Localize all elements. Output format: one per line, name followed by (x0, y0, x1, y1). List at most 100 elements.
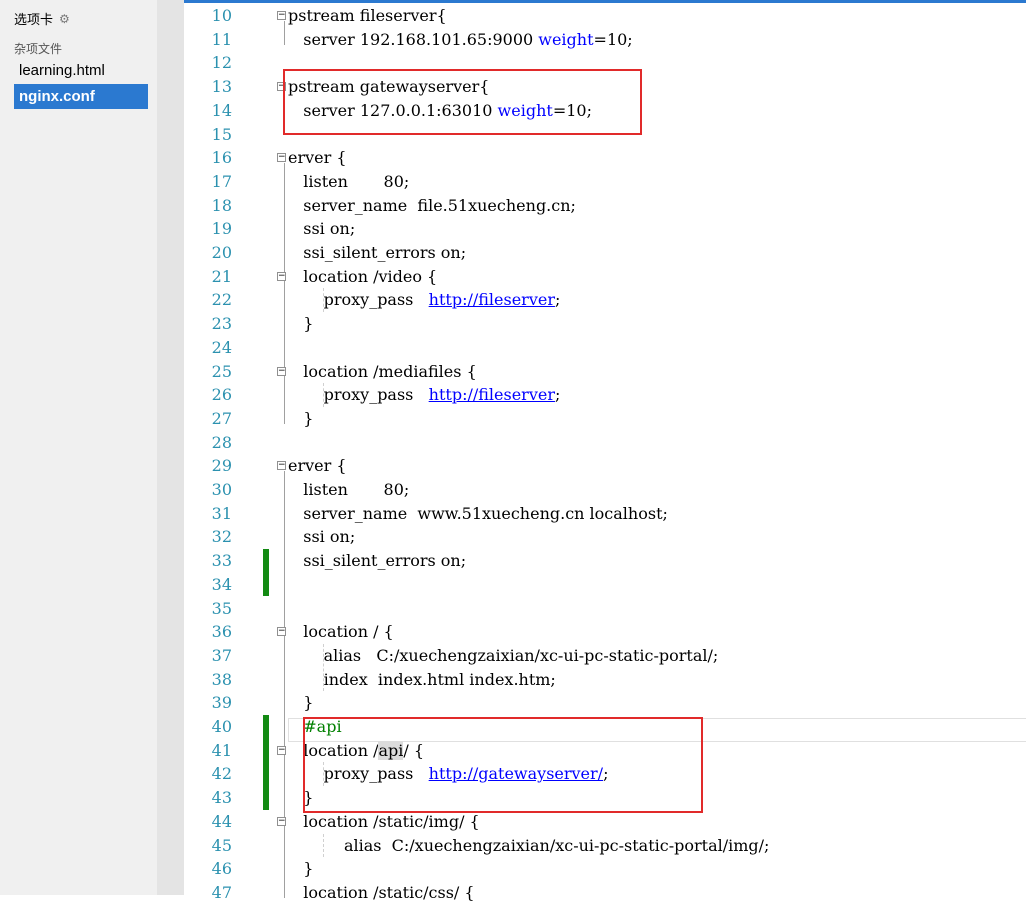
code-text: } (288, 859, 314, 879)
code-text: server_name www.51xuecheng.cn localhost; (288, 503, 668, 523)
line-number: 34 (211, 574, 232, 594)
code-text: erver { (288, 148, 347, 168)
line-number: 37 (211, 645, 232, 665)
code-text: location /static/css/ { (288, 882, 475, 902)
file-item-label: nginx.conf (19, 88, 95, 105)
code-line[interactable]: 30 listen 80; (184, 478, 1026, 502)
line-number: 24 (211, 337, 232, 357)
line-number: 14 (211, 100, 232, 120)
line-number: 10 (211, 6, 232, 25)
code-text: index index.html index.htm; (288, 669, 556, 689)
code-line[interactable]: 25 location /mediafiles { (184, 360, 1026, 384)
code-line[interactable]: 17 listen 80; (184, 170, 1026, 194)
code-line[interactable]: 33 ssi_silent_errors on; (184, 549, 1026, 573)
code-line[interactable]: 11 server 192.168.101.65:9000 weight=10; (184, 28, 1026, 52)
code-line[interactable]: 47 location /static/css/ { (184, 881, 1026, 905)
line-number: 42 (211, 764, 232, 784)
code-line[interactable]: 21 location /video { (184, 265, 1026, 289)
line-number: 20 (211, 243, 232, 262)
line-number: 23 (211, 314, 232, 334)
code-line[interactable]: 22 proxy_pass http://fileserver; (184, 288, 1026, 312)
code-line[interactable]: 27 } (184, 407, 1026, 431)
active-tab-indicator (184, 0, 1026, 3)
indent-guide (323, 833, 324, 858)
line-number: 27 (211, 408, 232, 428)
code-text: ssi_silent_errors on; (288, 551, 467, 571)
code-line[interactable]: 38 index index.html index.htm; (184, 668, 1026, 692)
line-number: 25 (211, 361, 232, 381)
code-line[interactable]: 24 (184, 336, 1026, 360)
code-text: server 192.168.101.65:9000 weight=10; (288, 29, 633, 49)
code-text: listen 80; (288, 480, 410, 499)
gear-icon[interactable]: ⚙ (59, 12, 70, 26)
code-line[interactable]: 32 ssi on; (184, 525, 1026, 549)
collapse-icon[interactable]: − (277, 11, 286, 20)
fold-guide-line (284, 21, 285, 45)
code-line[interactable]: 23 } (184, 312, 1026, 336)
code-line[interactable]: 34 (184, 573, 1026, 597)
fold-guide-line (284, 163, 285, 424)
code-line[interactable]: 39 } (184, 691, 1026, 715)
annotation-box-gatewayserver (283, 69, 642, 135)
collapse-icon[interactable]: − (277, 153, 286, 163)
tabs-header-label: 选项卡 (14, 12, 54, 27)
line-number: 21 (211, 266, 232, 286)
collapse-icon[interactable]: − (277, 816, 286, 826)
line-number: 35 (211, 598, 232, 618)
code-line[interactable]: 35 (184, 597, 1026, 621)
code-line[interactable]: 16 erver { (184, 146, 1026, 170)
line-number: 17 (211, 171, 232, 191)
collapse-icon[interactable]: − (277, 271, 286, 281)
line-number: 28 (211, 432, 232, 452)
code-line[interactable]: 29 erver { (184, 454, 1026, 478)
code-line[interactable]: 37 alias C:/xuechengzaixian/xc-ui-pc-sta… (184, 644, 1026, 668)
code-text: listen 80; (288, 171, 410, 191)
code-text: alias C:/xuechengzaixian/xc-ui-pc-static… (288, 645, 719, 665)
code-line[interactable]: 26 proxy_pass http://fileserver; (184, 383, 1026, 407)
line-number: 31 (211, 503, 232, 523)
line-number: 36 (211, 622, 232, 642)
line-number: 11 (211, 29, 232, 49)
collapse-icon[interactable]: − (277, 745, 286, 755)
change-marker (263, 715, 269, 810)
code-line[interactable]: 45 alias C:/xuechengzaixian/xc-ui-pc-sta… (184, 834, 1026, 858)
code-text: server_name file.51xuecheng.cn; (288, 195, 576, 215)
code-text: proxy_pass http://fileserver; (288, 385, 561, 405)
code-text: erver { (288, 456, 347, 476)
file-item-nginx-conf[interactable]: nginx.conf (14, 84, 148, 109)
line-number: 26 (211, 385, 232, 405)
code-text: location /video { (288, 266, 438, 286)
collapse-icon[interactable]: − (277, 627, 286, 637)
line-number: 47 (211, 882, 232, 902)
line-number: 16 (211, 148, 232, 168)
collapse-icon[interactable]: − (277, 461, 286, 471)
line-number: 32 (211, 527, 232, 547)
indent-guide (323, 288, 324, 313)
code-line[interactable]: 31 server_name www.51xuecheng.cn localho… (184, 502, 1026, 526)
indent-guide (323, 383, 324, 407)
line-number: 18 (211, 195, 232, 215)
file-item-label: learning.html (19, 62, 105, 79)
code-text: pstream fileserver{ (288, 6, 447, 25)
line-number: 41 (211, 740, 232, 760)
line-number: 29 (211, 456, 232, 476)
code-line[interactable]: 10 pstream fileserver{ (184, 4, 1026, 28)
line-number: 15 (211, 124, 232, 144)
code-text: ssi_silent_errors on; (288, 243, 467, 262)
line-number: 40 (211, 717, 232, 736)
line-number: 46 (211, 859, 232, 879)
line-number: 38 (211, 669, 232, 689)
code-line[interactable]: 44 location /static/img/ { (184, 810, 1026, 834)
code-line[interactable]: 18 server_name file.51xuecheng.cn; (184, 194, 1026, 218)
code-line[interactable]: 20 ssi_silent_errors on; (184, 241, 1026, 265)
code-line[interactable]: 19 ssi on; (184, 217, 1026, 241)
code-line[interactable]: 28 (184, 431, 1026, 455)
collapse-icon[interactable]: − (277, 366, 286, 376)
tabs-header[interactable]: 选项卡 ⚙ (14, 9, 70, 28)
code-text: location /mediafiles { (288, 361, 477, 381)
code-line[interactable]: 46 } (184, 857, 1026, 881)
file-item-learning-html[interactable]: learning.html (14, 58, 148, 83)
code-text: } (288, 314, 314, 334)
code-line[interactable]: 36 location / { (184, 620, 1026, 644)
line-number: 12 (211, 53, 232, 73)
